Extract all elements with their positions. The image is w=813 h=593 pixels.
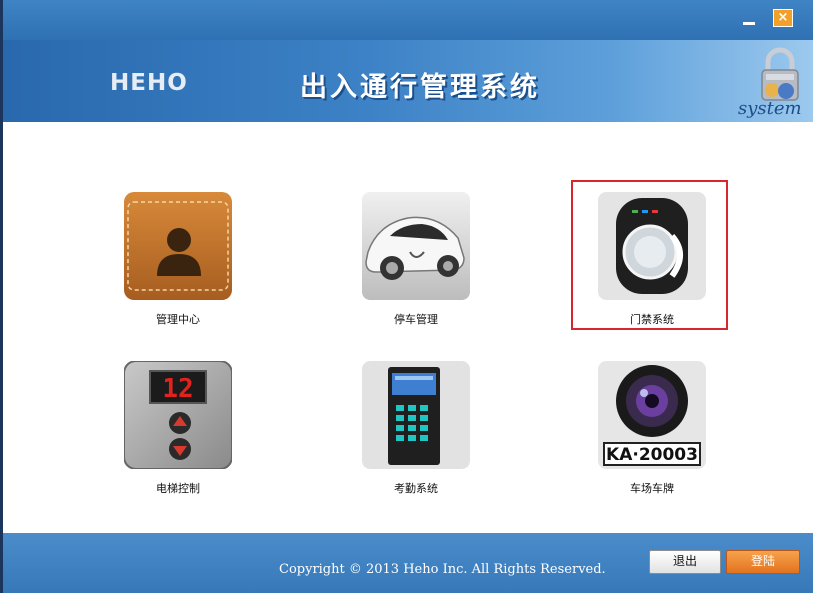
- sports-car-icon: [362, 192, 470, 300]
- license-plate-text: KA·20003: [606, 445, 698, 465]
- minimize-button[interactable]: [741, 11, 757, 27]
- tile-parking[interactable]: 停车管理: [361, 192, 471, 327]
- tile-label: 停车管理: [394, 313, 438, 326]
- elevator-panel-icon: 12: [124, 361, 232, 469]
- exit-button[interactable]: 退出: [649, 550, 721, 574]
- title-bar[interactable]: ×: [3, 0, 813, 40]
- security-lock-icon: [761, 47, 799, 101]
- login-button[interactable]: 登陆: [726, 550, 800, 574]
- floor-number-display: 12: [162, 374, 193, 404]
- tile-label: 电梯控制: [156, 482, 200, 495]
- plate-camera-icon: KA·20003: [598, 361, 706, 469]
- tile-license-plate[interactable]: KA·20003 车场车牌: [597, 361, 707, 496]
- tile-attendance[interactable]: 考勤系统: [361, 361, 471, 496]
- person-wallet-icon: [124, 192, 232, 300]
- footer-bar: Copyright © 2013 Heho Inc. All Rights Re…: [3, 533, 813, 593]
- close-button[interactable]: ×: [773, 9, 793, 27]
- tile-label: 管理中心: [156, 313, 200, 326]
- tile-management-center[interactable]: 管理中心: [123, 192, 233, 327]
- header-banner: HEHO 出入通行管理系统 system: [3, 40, 813, 122]
- app-title: 出入通行管理系统: [300, 72, 540, 103]
- tile-label: 车场车牌: [630, 482, 674, 495]
- tile-label: 考勤系统: [394, 482, 438, 495]
- company-logo: HEHO: [110, 70, 188, 96]
- copyright-text: Copyright © 2013 Heho Inc. All Rights Re…: [279, 562, 606, 577]
- selection-highlight: [571, 180, 728, 330]
- system-badge-text: system: [738, 98, 802, 119]
- attendance-terminal-icon: [362, 361, 470, 469]
- app-window: × HEHO 出入通行管理系统 system 管理中心 停车管理 门禁系统 12…: [3, 0, 813, 593]
- tile-elevator-control[interactable]: 12 电梯控制: [123, 361, 233, 496]
